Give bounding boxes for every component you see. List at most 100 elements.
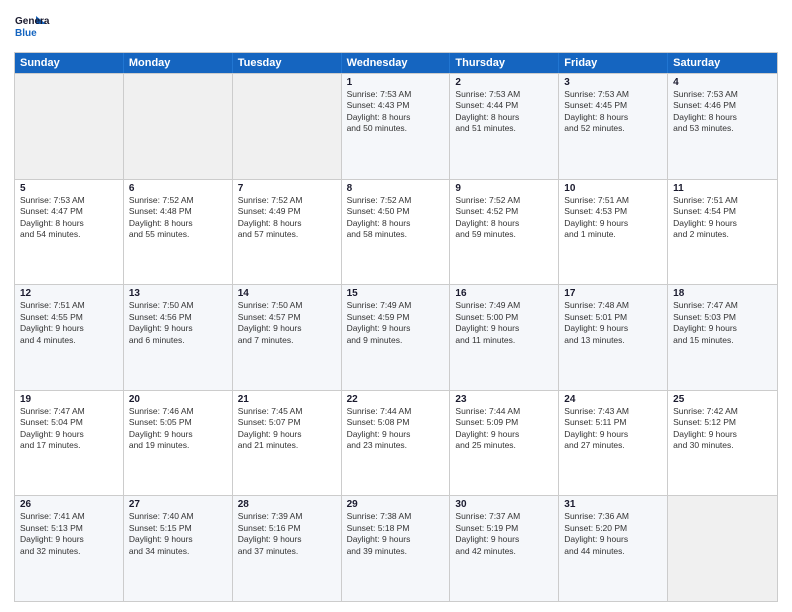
cell-info-text: Sunrise: 7:36 AM Sunset: 5:20 PM Dayligh… <box>564 511 662 557</box>
cell-date-number: 13 <box>129 288 227 299</box>
cell-date-number: 9 <box>455 183 553 194</box>
cell-date-number: 22 <box>347 394 445 405</box>
cal-header-saturday: Saturday <box>668 53 777 73</box>
cal-day-10: 10Sunrise: 7:51 AM Sunset: 4:53 PM Dayli… <box>559 180 668 285</box>
cal-day-20: 20Sunrise: 7:46 AM Sunset: 5:05 PM Dayli… <box>124 391 233 496</box>
cal-day-30: 30Sunrise: 7:37 AM Sunset: 5:19 PM Dayli… <box>450 496 559 601</box>
cell-date-number: 19 <box>20 394 118 405</box>
cell-info-text: Sunrise: 7:51 AM Sunset: 4:54 PM Dayligh… <box>673 195 772 241</box>
cell-info-text: Sunrise: 7:47 AM Sunset: 5:03 PM Dayligh… <box>673 300 772 346</box>
svg-text:General: General <box>15 16 50 27</box>
cal-day-25: 25Sunrise: 7:42 AM Sunset: 5:12 PM Dayli… <box>668 391 777 496</box>
cell-date-number: 23 <box>455 394 553 405</box>
cal-day-14: 14Sunrise: 7:50 AM Sunset: 4:57 PM Dayli… <box>233 285 342 390</box>
cal-day-6: 6Sunrise: 7:52 AM Sunset: 4:48 PM Daylig… <box>124 180 233 285</box>
cell-date-number: 2 <box>455 77 553 88</box>
cell-info-text: Sunrise: 7:48 AM Sunset: 5:01 PM Dayligh… <box>564 300 662 346</box>
cell-info-text: Sunrise: 7:52 AM Sunset: 4:50 PM Dayligh… <box>347 195 445 241</box>
cal-day-18: 18Sunrise: 7:47 AM Sunset: 5:03 PM Dayli… <box>668 285 777 390</box>
cal-day-3: 3Sunrise: 7:53 AM Sunset: 4:45 PM Daylig… <box>559 74 668 179</box>
cal-empty-4-6 <box>668 496 777 601</box>
cell-info-text: Sunrise: 7:52 AM Sunset: 4:49 PM Dayligh… <box>238 195 336 241</box>
cell-date-number: 14 <box>238 288 336 299</box>
cell-info-text: Sunrise: 7:50 AM Sunset: 4:56 PM Dayligh… <box>129 300 227 346</box>
cal-week-1: 1Sunrise: 7:53 AM Sunset: 4:43 PM Daylig… <box>15 73 777 179</box>
cell-info-text: Sunrise: 7:51 AM Sunset: 4:55 PM Dayligh… <box>20 300 118 346</box>
cal-day-27: 27Sunrise: 7:40 AM Sunset: 5:15 PM Dayli… <box>124 496 233 601</box>
cell-info-text: Sunrise: 7:52 AM Sunset: 4:48 PM Dayligh… <box>129 195 227 241</box>
cell-date-number: 18 <box>673 288 772 299</box>
cell-info-text: Sunrise: 7:52 AM Sunset: 4:52 PM Dayligh… <box>455 195 553 241</box>
cal-header-monday: Monday <box>124 53 233 73</box>
cell-date-number: 21 <box>238 394 336 405</box>
cal-day-28: 28Sunrise: 7:39 AM Sunset: 5:16 PM Dayli… <box>233 496 342 601</box>
cell-date-number: 8 <box>347 183 445 194</box>
cell-info-text: Sunrise: 7:47 AM Sunset: 5:04 PM Dayligh… <box>20 406 118 452</box>
cal-day-9: 9Sunrise: 7:52 AM Sunset: 4:52 PM Daylig… <box>450 180 559 285</box>
cell-info-text: Sunrise: 7:40 AM Sunset: 5:15 PM Dayligh… <box>129 511 227 557</box>
cal-day-16: 16Sunrise: 7:49 AM Sunset: 5:00 PM Dayli… <box>450 285 559 390</box>
cal-day-8: 8Sunrise: 7:52 AM Sunset: 4:50 PM Daylig… <box>342 180 451 285</box>
cell-date-number: 4 <box>673 77 772 88</box>
cal-empty-0-0 <box>15 74 124 179</box>
cal-day-11: 11Sunrise: 7:51 AM Sunset: 4:54 PM Dayli… <box>668 180 777 285</box>
cal-day-23: 23Sunrise: 7:44 AM Sunset: 5:09 PM Dayli… <box>450 391 559 496</box>
cal-day-24: 24Sunrise: 7:43 AM Sunset: 5:11 PM Dayli… <box>559 391 668 496</box>
cell-info-text: Sunrise: 7:53 AM Sunset: 4:43 PM Dayligh… <box>347 89 445 135</box>
cell-date-number: 25 <box>673 394 772 405</box>
cell-info-text: Sunrise: 7:41 AM Sunset: 5:13 PM Dayligh… <box>20 511 118 557</box>
cal-empty-0-1 <box>124 74 233 179</box>
cal-day-29: 29Sunrise: 7:38 AM Sunset: 5:18 PM Dayli… <box>342 496 451 601</box>
cal-day-1: 1Sunrise: 7:53 AM Sunset: 4:43 PM Daylig… <box>342 74 451 179</box>
cal-header-tuesday: Tuesday <box>233 53 342 73</box>
cal-header-sunday: Sunday <box>15 53 124 73</box>
cell-info-text: Sunrise: 7:46 AM Sunset: 5:05 PM Dayligh… <box>129 406 227 452</box>
cell-info-text: Sunrise: 7:50 AM Sunset: 4:57 PM Dayligh… <box>238 300 336 346</box>
cal-day-17: 17Sunrise: 7:48 AM Sunset: 5:01 PM Dayli… <box>559 285 668 390</box>
cell-info-text: Sunrise: 7:37 AM Sunset: 5:19 PM Dayligh… <box>455 511 553 557</box>
cal-day-15: 15Sunrise: 7:49 AM Sunset: 4:59 PM Dayli… <box>342 285 451 390</box>
cell-info-text: Sunrise: 7:43 AM Sunset: 5:11 PM Dayligh… <box>564 406 662 452</box>
cal-empty-0-2 <box>233 74 342 179</box>
logo-svg: GeneralBlue <box>14 10 50 46</box>
cell-date-number: 7 <box>238 183 336 194</box>
header: GeneralBlue <box>14 10 778 46</box>
cal-week-2: 5Sunrise: 7:53 AM Sunset: 4:47 PM Daylig… <box>15 179 777 285</box>
cal-day-5: 5Sunrise: 7:53 AM Sunset: 4:47 PM Daylig… <box>15 180 124 285</box>
cal-day-4: 4Sunrise: 7:53 AM Sunset: 4:46 PM Daylig… <box>668 74 777 179</box>
cal-header-friday: Friday <box>559 53 668 73</box>
cell-date-number: 3 <box>564 77 662 88</box>
cell-info-text: Sunrise: 7:49 AM Sunset: 4:59 PM Dayligh… <box>347 300 445 346</box>
cell-info-text: Sunrise: 7:51 AM Sunset: 4:53 PM Dayligh… <box>564 195 662 241</box>
cal-day-2: 2Sunrise: 7:53 AM Sunset: 4:44 PM Daylig… <box>450 74 559 179</box>
cell-date-number: 11 <box>673 183 772 194</box>
cell-info-text: Sunrise: 7:38 AM Sunset: 5:18 PM Dayligh… <box>347 511 445 557</box>
cell-date-number: 5 <box>20 183 118 194</box>
cell-date-number: 26 <box>20 499 118 510</box>
cal-day-7: 7Sunrise: 7:52 AM Sunset: 4:49 PM Daylig… <box>233 180 342 285</box>
cal-week-4: 19Sunrise: 7:47 AM Sunset: 5:04 PM Dayli… <box>15 390 777 496</box>
cell-date-number: 16 <box>455 288 553 299</box>
calendar-header: SundayMondayTuesdayWednesdayThursdayFrid… <box>15 53 777 73</box>
cal-day-19: 19Sunrise: 7:47 AM Sunset: 5:04 PM Dayli… <box>15 391 124 496</box>
cell-date-number: 29 <box>347 499 445 510</box>
cell-date-number: 10 <box>564 183 662 194</box>
cell-info-text: Sunrise: 7:44 AM Sunset: 5:08 PM Dayligh… <box>347 406 445 452</box>
cell-date-number: 24 <box>564 394 662 405</box>
cal-header-thursday: Thursday <box>450 53 559 73</box>
cell-date-number: 31 <box>564 499 662 510</box>
cell-date-number: 28 <box>238 499 336 510</box>
cell-date-number: 20 <box>129 394 227 405</box>
cell-info-text: Sunrise: 7:39 AM Sunset: 5:16 PM Dayligh… <box>238 511 336 557</box>
cell-date-number: 15 <box>347 288 445 299</box>
cell-info-text: Sunrise: 7:53 AM Sunset: 4:47 PM Dayligh… <box>20 195 118 241</box>
cell-info-text: Sunrise: 7:53 AM Sunset: 4:45 PM Dayligh… <box>564 89 662 135</box>
cal-week-3: 12Sunrise: 7:51 AM Sunset: 4:55 PM Dayli… <box>15 284 777 390</box>
cal-day-21: 21Sunrise: 7:45 AM Sunset: 5:07 PM Dayli… <box>233 391 342 496</box>
cal-day-12: 12Sunrise: 7:51 AM Sunset: 4:55 PM Dayli… <box>15 285 124 390</box>
logo: GeneralBlue <box>14 10 50 46</box>
cell-date-number: 27 <box>129 499 227 510</box>
calendar-body: 1Sunrise: 7:53 AM Sunset: 4:43 PM Daylig… <box>15 73 777 601</box>
cal-header-wednesday: Wednesday <box>342 53 451 73</box>
cell-date-number: 1 <box>347 77 445 88</box>
